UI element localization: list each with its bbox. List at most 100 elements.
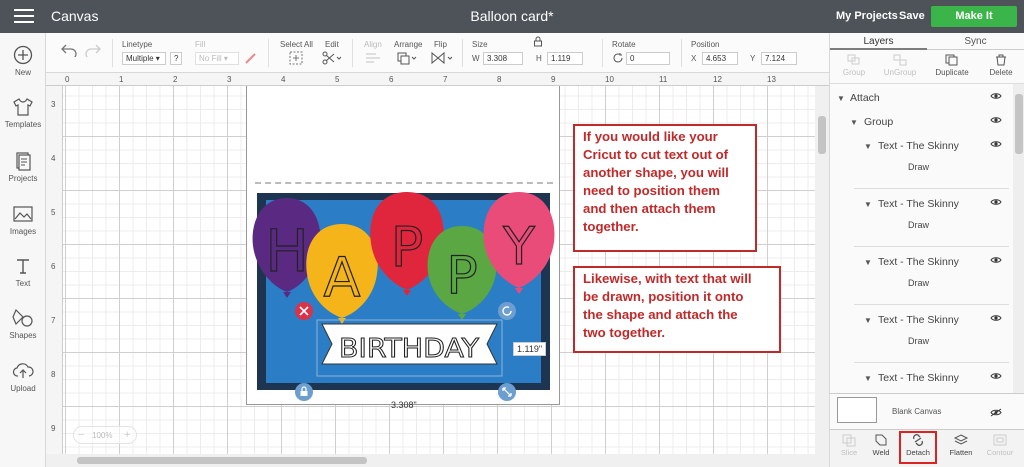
- trash-icon: [996, 54, 1006, 66]
- linetype-value: Multiple: [126, 54, 154, 63]
- tool-label: Weld: [872, 448, 890, 457]
- rotate-handle[interactable]: [498, 302, 516, 320]
- zoom-in-button[interactable]: +: [124, 429, 130, 441]
- ruler-number: 9: [551, 75, 556, 84]
- sidebar-item-images[interactable]: Images: [0, 204, 46, 236]
- ruler-number: 4: [281, 75, 286, 84]
- sidebar-item-templates[interactable]: Templates: [0, 97, 46, 129]
- tool-label: Detach: [906, 448, 930, 457]
- sidebar-item-label: Projects: [8, 174, 38, 183]
- sidebar-item-label: Templates: [4, 120, 42, 129]
- flatten-button[interactable]: Flatten: [942, 433, 980, 457]
- arrange-icon[interactable]: [396, 51, 418, 65]
- canvas-vertical-scrollbar[interactable]: [815, 86, 829, 454]
- card-design[interactable]: H A P P Y BIRTHDAY: [246, 86, 560, 405]
- collapse-caret-icon[interactable]: ▼: [850, 118, 858, 127]
- duplicate-button[interactable]: Duplicate: [928, 54, 976, 77]
- height-dimension-label: 1.119": [513, 342, 547, 356]
- width-input[interactable]: 3.308: [483, 52, 523, 65]
- sidebar-item-text[interactable]: Text: [0, 256, 46, 288]
- ruler-number: 6: [51, 262, 56, 271]
- eye-icon[interactable]: [990, 116, 1002, 124]
- annotation-note-draw: Likewise, with text that will be drawn, …: [573, 266, 781, 353]
- y-position-input[interactable]: 7.124: [761, 52, 797, 65]
- collapse-caret-icon[interactable]: ▼: [864, 142, 872, 151]
- collapse-caret-icon[interactable]: ▼: [864, 374, 872, 383]
- delete-handle[interactable]: [295, 302, 313, 320]
- zoom-control: − 100% +: [73, 426, 137, 444]
- rotate-icon: [613, 53, 623, 63]
- align-icon[interactable]: [364, 52, 384, 64]
- weld-button[interactable]: Weld: [862, 433, 900, 457]
- note-line: If you would like your: [583, 129, 718, 144]
- blank-canvas-swatch[interactable]: [837, 397, 877, 423]
- redo-icon[interactable]: [84, 43, 102, 57]
- scroll-thumb[interactable]: [818, 116, 826, 154]
- sidebar-item-label: Images: [9, 227, 37, 236]
- make-it-button[interactable]: Make It: [931, 6, 1017, 27]
- layer-actions: Group UnGroup Duplicate Delete: [830, 50, 1024, 84]
- delete-button[interactable]: Delete: [977, 54, 1024, 77]
- collapse-caret-icon[interactable]: ▼: [864, 258, 872, 267]
- text-icon: [17, 259, 29, 274]
- layer-operation: Draw: [908, 162, 930, 172]
- undo-icon[interactable]: [60, 43, 78, 57]
- flip-label: Flip: [434, 40, 447, 49]
- birthday-banner[interactable]: BIRTHDAY: [321, 323, 498, 365]
- shapes-icon: [12, 308, 33, 327]
- sidebar-item-projects[interactable]: Projects: [0, 151, 46, 183]
- lock-icon[interactable]: [533, 36, 543, 47]
- my-projects-link[interactable]: My Projects: [836, 10, 898, 22]
- pen-color-icon[interactable]: [244, 51, 258, 65]
- tool-label: Flatten: [949, 448, 973, 457]
- layers-scrollbar[interactable]: [1013, 84, 1024, 427]
- resize-handle[interactable]: [498, 383, 516, 401]
- canvas-horizontal-scrollbar[interactable]: [63, 454, 829, 467]
- hamburger-menu-icon[interactable]: [14, 9, 34, 24]
- group-button[interactable]: Group: [830, 54, 878, 77]
- collapse-caret-icon[interactable]: ▼: [837, 94, 845, 103]
- rotate-input[interactable]: 0: [626, 52, 670, 65]
- tab-layers[interactable]: Layers: [830, 36, 927, 47]
- eye-icon[interactable]: [990, 198, 1002, 206]
- path-tools: Slice Weld Detach Flatten Contour: [830, 429, 1024, 467]
- weld-icon: [875, 434, 887, 446]
- collapse-caret-icon[interactable]: ▼: [864, 316, 872, 325]
- ungroup-button[interactable]: UnGroup: [876, 54, 924, 77]
- blank-canvas-row[interactable]: Blank Canvas: [830, 393, 1024, 429]
- scroll-thumb[interactable]: [1015, 94, 1023, 154]
- collapse-caret-icon[interactable]: ▼: [864, 200, 872, 209]
- linetype-select[interactable]: Multiple ▾: [122, 52, 166, 65]
- sidebar-item-new[interactable]: New: [0, 45, 46, 77]
- detach-button[interactable]: Detach: [899, 431, 937, 464]
- save-button[interactable]: Save: [899, 10, 925, 22]
- ruler-number: 11: [659, 75, 668, 84]
- scroll-thumb[interactable]: [77, 457, 367, 464]
- toolbar-separator: [268, 39, 269, 67]
- linetype-help-button[interactable]: ?: [170, 52, 182, 65]
- contour-button[interactable]: Contour: [981, 433, 1019, 457]
- select-all-icon[interactable]: [289, 51, 303, 65]
- eye-hidden-icon[interactable]: [990, 408, 1002, 417]
- eye-icon[interactable]: [990, 314, 1002, 322]
- balloon-artwork[interactable]: H A P P Y BIRTHDAY: [247, 86, 561, 405]
- layers-panel: Layers Sync Group UnGroup Duplicate Dele…: [829, 33, 1024, 467]
- sidebar-item-shapes[interactable]: Shapes: [0, 308, 46, 340]
- fill-select[interactable]: No Fill ▾: [195, 52, 239, 65]
- eye-icon[interactable]: [990, 92, 1002, 100]
- design-canvas[interactable]: H A P P Y BIRTHDAY 1.119" 3.308" If you …: [63, 86, 815, 454]
- tab-sync[interactable]: Sync: [927, 36, 1024, 47]
- select-all-label: Select All: [280, 40, 313, 49]
- zoom-out-button[interactable]: −: [78, 429, 84, 441]
- size-label: Size: [472, 40, 488, 49]
- x-position-input[interactable]: 4.653: [702, 52, 738, 65]
- tool-label: Contour: [986, 448, 1014, 457]
- scissors-icon[interactable]: [321, 51, 343, 65]
- eye-icon[interactable]: [990, 140, 1002, 148]
- flip-icon[interactable]: [430, 51, 454, 65]
- eye-icon[interactable]: [990, 256, 1002, 264]
- lock-handle[interactable]: [295, 383, 313, 401]
- eye-icon[interactable]: [990, 372, 1002, 380]
- sidebar-item-upload[interactable]: Upload: [0, 361, 46, 393]
- height-input[interactable]: 1.119: [547, 52, 583, 65]
